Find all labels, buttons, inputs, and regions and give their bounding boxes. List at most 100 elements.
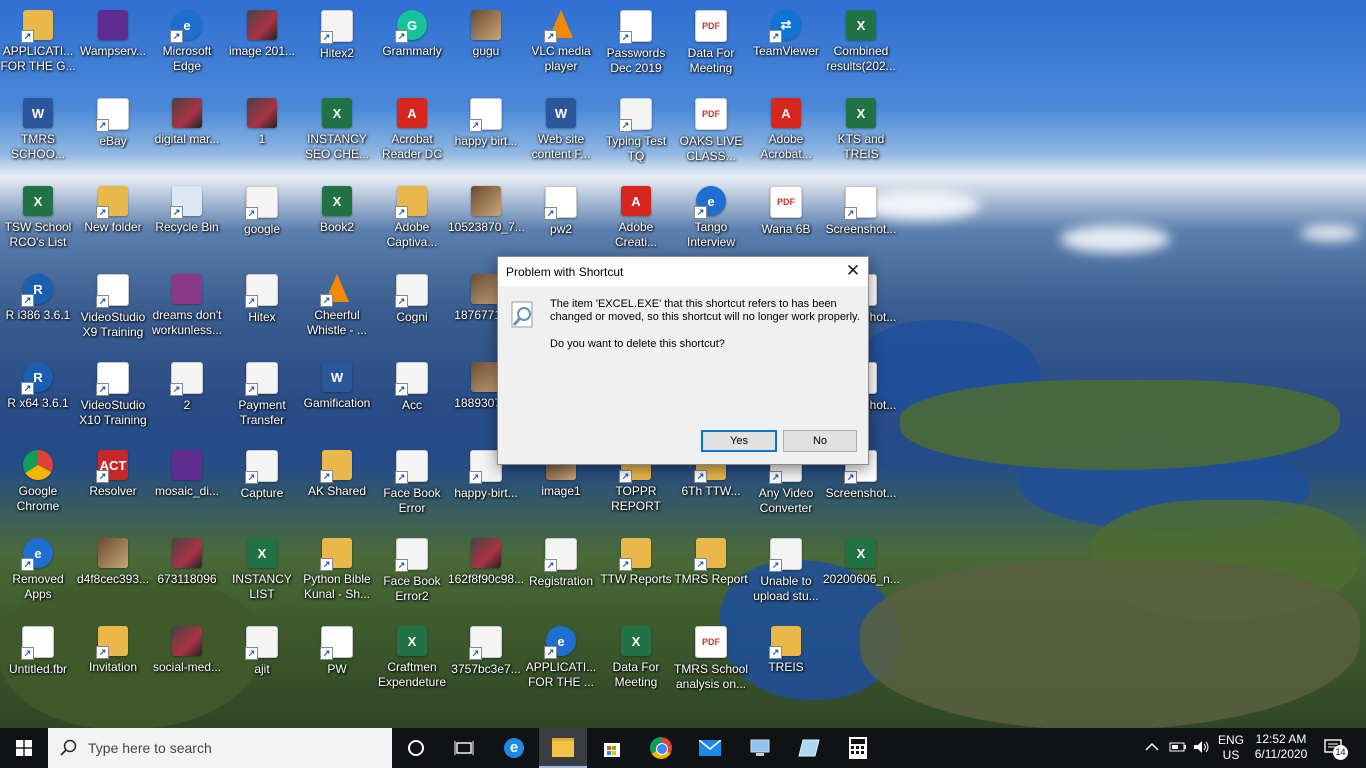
desktop-icon[interactable]: Hitex2 [299,4,375,86]
close-icon[interactable]: ✕ [838,257,868,286]
desktop-icon[interactable]: X Data For Meeting [598,620,674,702]
desktop-icon[interactable]: eTango Interview [673,180,749,262]
desktop-icon[interactable]: RR i386 3.6.1 [0,268,76,350]
desktop-icon[interactable]: X Book2 [299,180,375,262]
calculator-taskbar-button[interactable] [834,728,882,768]
light-icon [769,538,802,572]
desktop-icon[interactable]: Passwords Dec 2019 [598,4,674,86]
desktop-icon[interactable]: X INSTANCY LIST [224,532,300,614]
desktop-icon[interactable]: A Acrobat Reader DC [374,92,450,174]
task-view-button[interactable] [440,728,488,768]
desktop-icon[interactable]: 10523870_7... [448,180,524,262]
desktop-icon[interactable]: Python Bible Kunal - Sh... [299,532,375,614]
mail-taskbar-button[interactable] [686,728,734,768]
desktop-icon[interactable]: VideoStudio X9 Training [75,268,151,350]
desktop-icon[interactable]: Typing Test TQ [598,92,674,174]
desktop-icon[interactable]: pw2 [523,180,599,262]
desktop-icon[interactable]: dreams don't workunless... [149,268,225,350]
desktop-icon[interactable]: TTW Reports [598,532,674,614]
desktop-icon[interactable]: d4f8cec393... [75,532,151,614]
desktop-icon[interactable]: Hitex [224,268,300,350]
desktop-icon[interactable]: eBay [75,92,151,174]
desktop-icon[interactable]: Acc [374,356,450,438]
desktop-icon[interactable]: APPLICATI... FOR THE G... [0,4,76,86]
desktop-icon[interactable]: ⇄TeamViewer [748,4,824,86]
desktop-icon[interactable]: Payment Transfer [224,356,300,438]
desktop-icon[interactable]: 673118096 [149,532,225,614]
language-indicator[interactable]: ENG US [1216,733,1246,763]
desktop-icon[interactable]: Capture [224,444,300,526]
desktop-icon[interactable]: X Craftmen Expendeture [374,620,450,702]
desktop-icon[interactable]: AK Shared [299,444,375,526]
desktop-icon[interactable]: RR x64 3.6.1 [0,356,76,438]
desktop-icon[interactable]: A Adobe Acrobat... [748,92,824,174]
desktop-icon[interactable]: X Combined results(202... [823,4,899,86]
desktop-icon[interactable]: 162f8f90c98... [448,532,524,614]
desktop-icon[interactable]: X TSW School RCO's List [0,180,76,262]
desktop-icon[interactable]: PW [299,620,375,702]
desktop-icon[interactable]: eRemoved Apps [0,532,76,614]
edge-taskbar-button[interactable]: e [490,728,538,768]
clock[interactable]: 12:52 AM 6/11/2020 [1248,732,1314,762]
desktop-icon[interactable]: PDF OAKS LIVE CLASS... [673,92,749,174]
network-computer-taskbar-button[interactable] [736,728,784,768]
desktop-icon[interactable]: Google Chrome [0,444,76,526]
desktop-icon[interactable]: PDF Wana 6B [748,180,824,262]
desktop-icon[interactable]: W Gamification [299,356,375,438]
desktop-icon[interactable]: happy birt... [448,92,524,174]
desktop-icon[interactable]: Invitation [75,620,151,702]
desktop-icon[interactable]: Face Book Error [374,444,450,526]
desktop-icon[interactable]: 2 [149,356,225,438]
desktop-icon[interactable]: Cheerful Whistle - ... [299,268,375,350]
desktop-icon[interactable]: Cogni [374,268,450,350]
desktop-icon[interactable]: google [224,180,300,262]
desktop-icon[interactable]: PDF Data For Meeting [673,4,749,86]
desktop-icon[interactable]: PDF TMRS School analysis on... [673,620,749,702]
desktop-icon[interactable]: gugu [448,4,524,86]
desktop-icon[interactable]: TMRS Report [673,532,749,614]
desktop-icon[interactable]: Screenshot... [823,180,899,262]
dialog-titlebar[interactable]: Problem with Shortcut ✕ [498,257,868,286]
chrome-taskbar-button[interactable] [637,728,685,768]
volume-icon[interactable] [1193,740,1211,754]
start-button[interactable] [0,728,48,768]
desktop-icon[interactable]: VideoStudio X10 Training [75,356,151,438]
yes-button[interactable]: Yes [701,430,777,452]
desktop-icon[interactable]: GGrammarly [374,4,450,86]
desktop-icon[interactable]: 1 [224,92,300,174]
desktop-icon[interactable]: digital mar... [149,92,225,174]
desktop-icon[interactable]: eMicrosoft Edge [149,4,225,86]
desktop-icon[interactable]: W TMRS SCHOO... [0,92,76,174]
desktop-icon[interactable]: New folder [75,180,151,262]
desktop-icon[interactable]: Adobe Captiva... [374,180,450,262]
notification-center-button[interactable]: 14 [1324,739,1348,760]
desktop-icon[interactable]: X INSTANCY SEO CHE... [299,92,375,174]
chevron-up-icon[interactable] [1145,741,1159,753]
desktop-icon[interactable]: VLC media player [523,4,599,86]
desktop-icon[interactable]: Recycle Bin [149,180,225,262]
desktop-icon[interactable]: Face Book Error2 [374,532,450,614]
file-explorer-taskbar-button[interactable] [539,728,587,768]
desktop-icon[interactable]: Wampserv... [75,4,151,86]
desktop-icon[interactable]: TREIS [748,620,824,702]
app-taskbar-button[interactable] [785,728,833,768]
desktop-icon[interactable]: X KTS and TREIS [823,92,899,174]
task-view-cortana-button[interactable] [392,728,440,768]
desktop-icon[interactable]: Untitled.fbr [0,620,76,702]
battery-icon[interactable] [1169,741,1187,753]
desktop-icon[interactable]: W Web site content F... [523,92,599,174]
desktop-icon[interactable]: social-med... [149,620,225,702]
no-button[interactable]: No [783,430,857,452]
desktop-icon[interactable]: eAPPLICATI... FOR THE ... [523,620,599,702]
desktop-icon[interactable]: ajit [224,620,300,702]
desktop-icon[interactable]: mosaic_di... [149,444,225,526]
desktop-icon[interactable]: A Adobe Creati... [598,180,674,262]
desktop-icon[interactable]: 3757bc3e7... [448,620,524,702]
desktop-icon[interactable]: image 201... [224,4,300,86]
desktop-icon[interactable]: X 20200606_n... [823,532,899,614]
desktop-icon[interactable]: ACTResolver [75,444,151,526]
store-taskbar-button[interactable] [588,728,636,768]
desktop-icon[interactable]: Registration [523,532,599,614]
search-box[interactable]: Type here to search [48,728,392,768]
desktop-icon[interactable]: Unable to upload stu... [748,532,824,614]
